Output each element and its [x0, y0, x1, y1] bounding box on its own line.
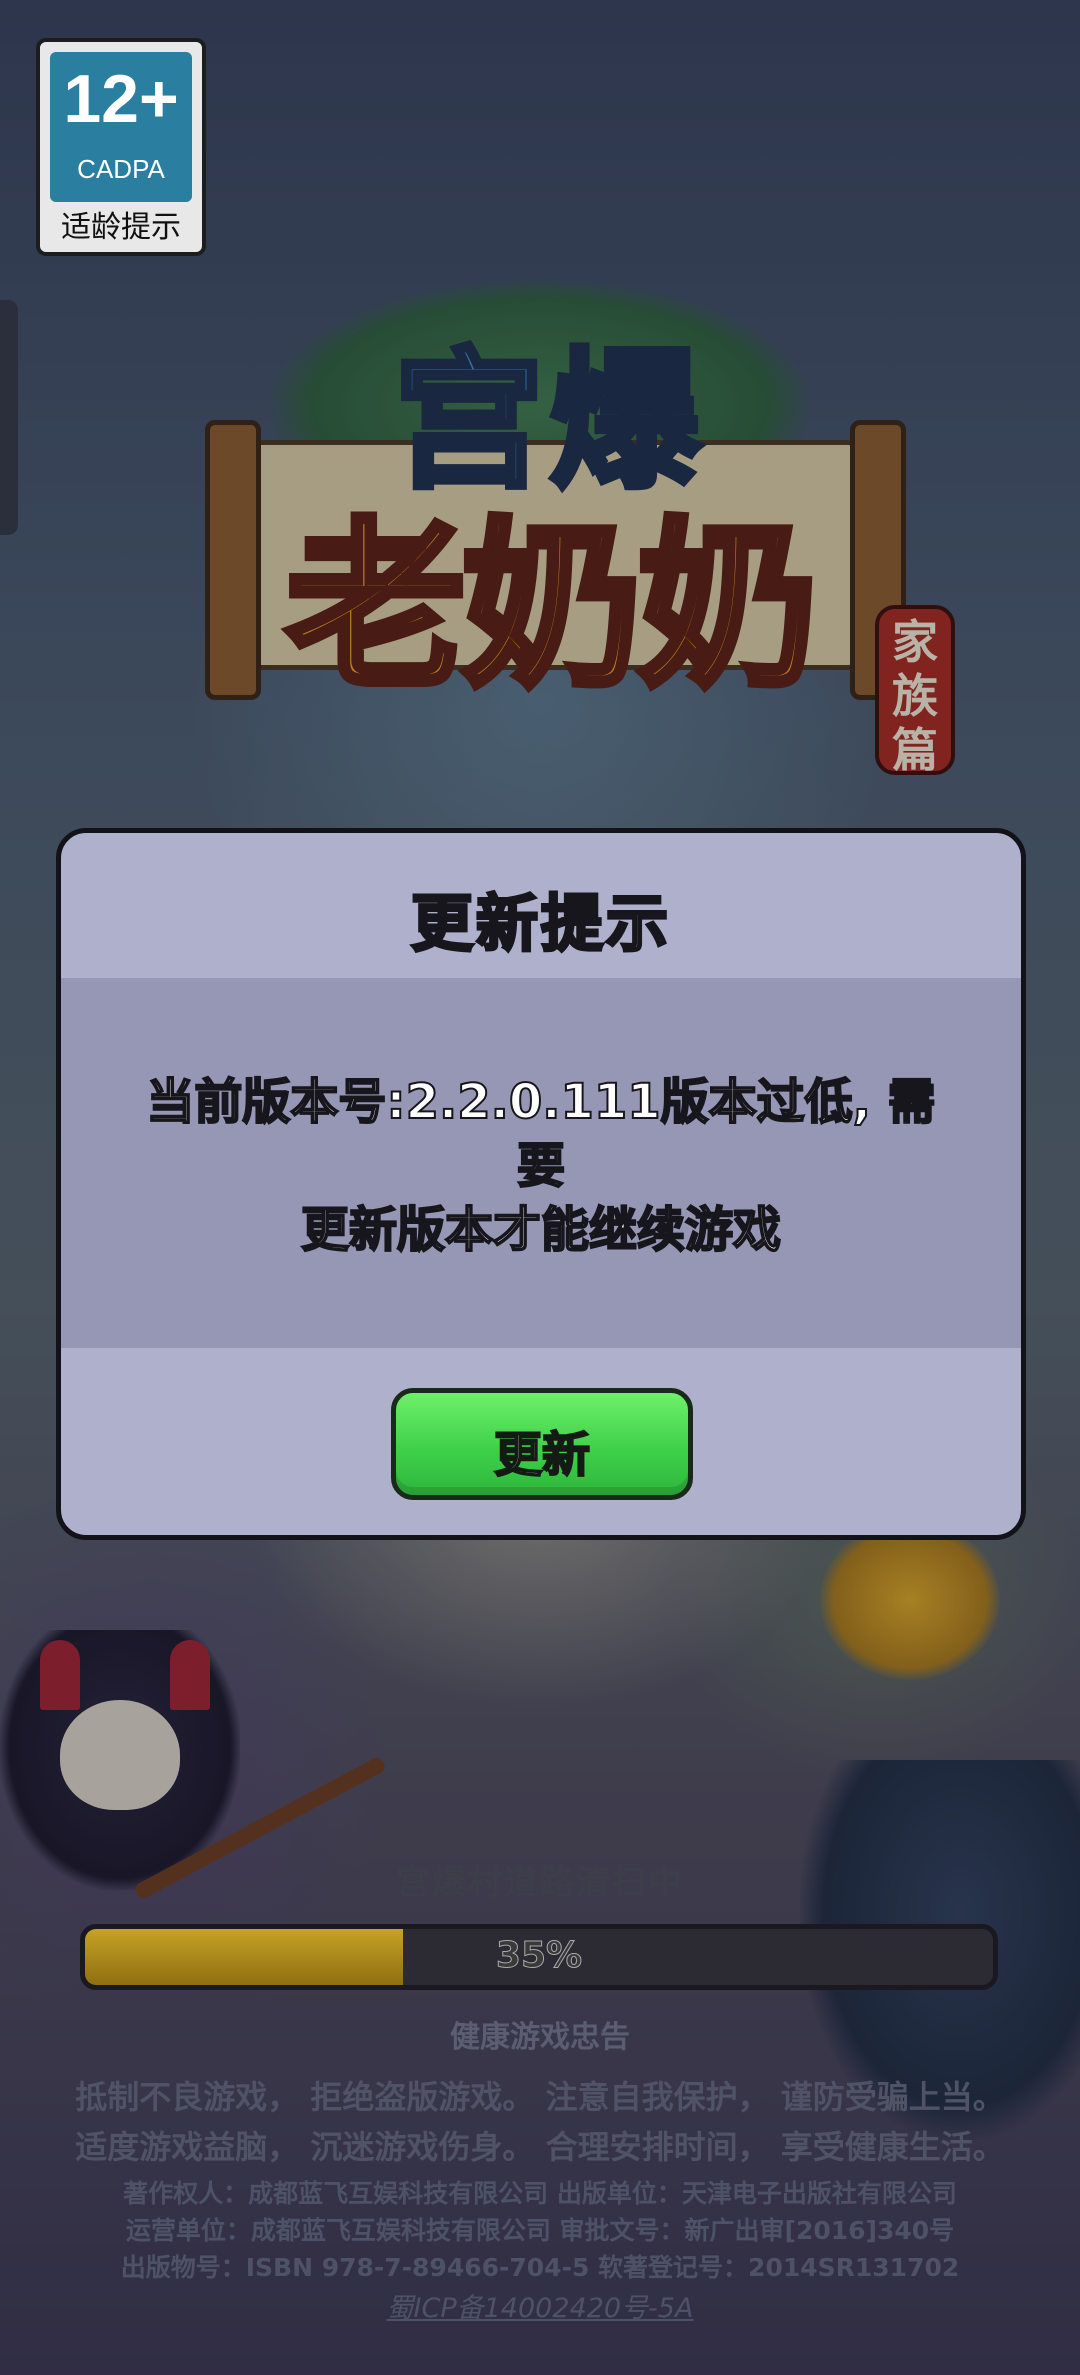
- legal-info: 著作权人：成都蓝飞互娱科技有限公司 出版单位：天津电子出版社有限公司 运营单位：…: [0, 2175, 1080, 2286]
- health-notice: 抵制不良游戏， 拒绝盗版游戏。 注意自我保护， 谨防受骗上当。 适度游戏益脑， …: [0, 2072, 1080, 2172]
- dialog-message-line: 当前版本号:2.2.0.111版本过低, 需要: [145, 1073, 936, 1195]
- health-notice-line: 抵制不良游戏， 拒绝盗版游戏。 注意自我保护， 谨防受骗上当。: [75, 2078, 1005, 2116]
- update-dialog: 更新提示 当前版本号:2.2.0.111版本过低, 需要 更新版本才能继续游戏 …: [56, 828, 1026, 1540]
- dialog-title: 更新提示: [409, 886, 671, 962]
- age-rating-badge: 12+ CADPA 适龄提示: [36, 38, 206, 256]
- dialog-message: 当前版本号:2.2.0.111版本过低, 需要 更新版本才能继续游戏: [131, 1070, 951, 1262]
- age-rating-org: CADPA: [77, 154, 165, 184]
- icp-link[interactable]: 蜀ICP备14002420号-5A: [0, 2286, 1080, 2325]
- update-button[interactable]: 更新: [391, 1388, 693, 1500]
- dialog-body: 当前版本号:2.2.0.111版本过低, 需要 更新版本才能继续游戏: [61, 978, 1021, 1348]
- legal-line: 出版物号：ISBN 978-7-89466-704-5 软著登记号：2014SR…: [120, 2253, 960, 2282]
- legal-line: 运营单位：成都蓝飞互娱科技有限公司 审批文号：新广出审[2016]340号: [125, 2216, 955, 2245]
- health-notice-line: 适度游戏益脑， 沉迷游戏伤身。 合理安排时间， 享受健康生活。: [75, 2128, 1005, 2166]
- legal-line: 著作权人：成都蓝飞互娱科技有限公司 出版单位：天津电子出版社有限公司: [123, 2179, 957, 2208]
- progress-percent: 35%: [495, 1935, 583, 1977]
- loading-status: 宫爆村道路清扫中: [396, 1863, 684, 1903]
- age-rating-tip: 适龄提示: [61, 210, 181, 245]
- age-rating-number: 12+: [63, 61, 179, 137]
- health-notice-title: 健康游戏忠告: [450, 2020, 630, 2055]
- side-drawer-handle[interactable]: [0, 300, 18, 535]
- loading-progress-bar: 35%: [80, 1924, 998, 1990]
- update-button-label: 更新: [493, 1426, 591, 1484]
- dialog-message-line: 更新版本才能继续游戏: [300, 1201, 782, 1259]
